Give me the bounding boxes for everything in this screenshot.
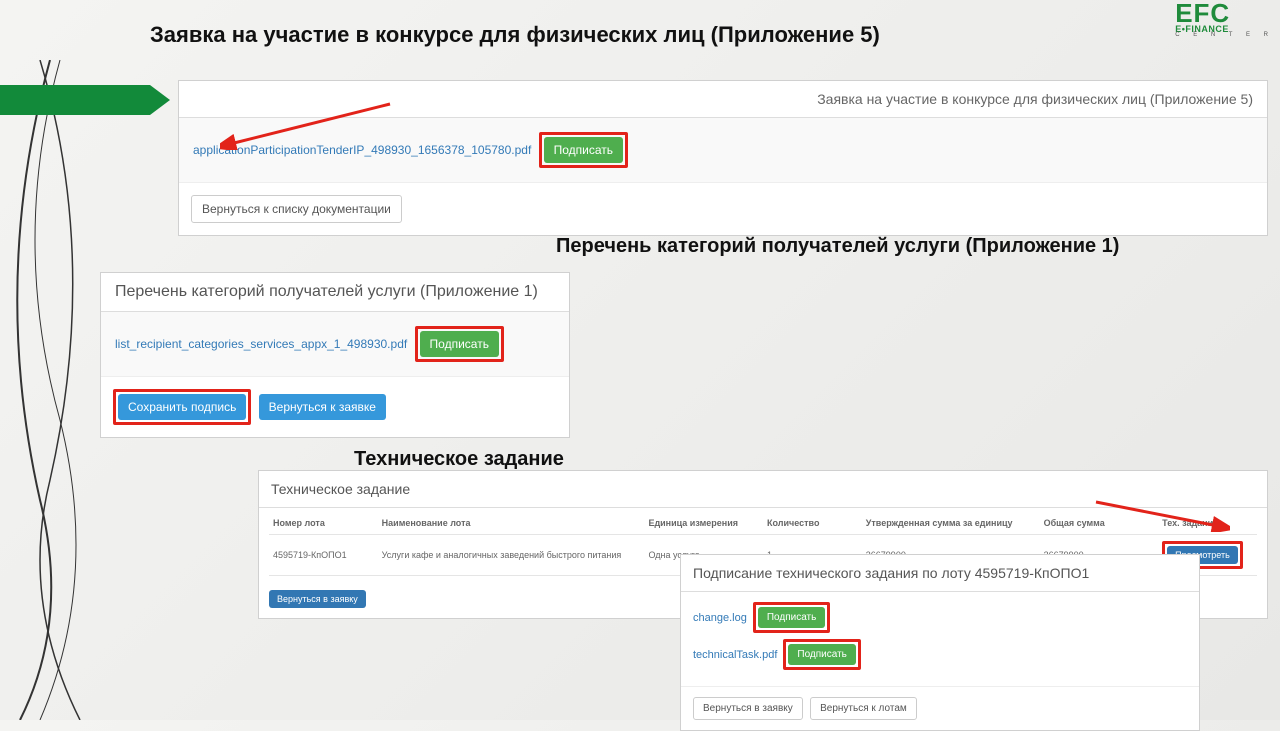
col-unit: Единица измерения — [644, 512, 763, 535]
panel2-header: Перечень категорий получателей услуги (П… — [101, 273, 569, 312]
file-link-technicaltask[interactable]: technicalTask.pdf — [693, 649, 777, 661]
file-link-changelog[interactable]: change.log — [693, 612, 747, 624]
cell-lot-name: Услуги кафе и аналогичных заведений быст… — [378, 535, 645, 576]
efc-logo: EFC E•FINANCE C E N T E R — [1175, 2, 1274, 39]
page-title: Заявка на участие в конкурсе для физичес… — [150, 22, 880, 48]
file-link-application[interactable]: applicationParticipationTenderIP_498930_… — [193, 143, 531, 157]
back-to-application-button[interactable]: Вернуться в заявку — [693, 697, 803, 720]
sign-button[interactable]: Подписать — [788, 644, 856, 665]
col-total: Общая сумма — [1040, 512, 1159, 535]
back-to-lots-button[interactable]: Вернуться к лотам — [810, 697, 917, 720]
back-to-application-button[interactable]: Вернуться к заявке — [259, 394, 386, 420]
sign-button[interactable]: Подписать — [544, 137, 623, 163]
col-lot-no: Номер лота — [269, 512, 378, 535]
logo-bot: C E N T E R — [1175, 33, 1274, 38]
back-to-docs-button[interactable]: Вернуться к списку документации — [191, 195, 402, 223]
panel-recipient-categories: Перечень категорий получателей услуги (П… — [100, 272, 570, 438]
col-task: Тех. задание — [1158, 512, 1257, 535]
sign-button[interactable]: Подписать — [758, 607, 826, 628]
panel4-header: Подписание технического задания по лоту … — [681, 555, 1199, 592]
green-arrow-shape — [0, 85, 170, 115]
subtitle-appendix1: Перечень категорий получателей услуги (П… — [556, 235, 1119, 258]
file-link-categories[interactable]: list_recipient_categories_services_appx_… — [115, 337, 407, 351]
panel1-header: Заявка на участие в конкурсе для физичес… — [179, 81, 1267, 118]
col-qty: Количество — [763, 512, 862, 535]
sign-button[interactable]: Подписать — [420, 331, 499, 357]
logo-top: EFC — [1175, 2, 1274, 25]
panel-sign-techtask: Подписание технического задания по лоту … — [680, 554, 1200, 731]
panel3-header: Техническое задание — [259, 471, 1267, 508]
subtitle-techtask: Техническое задание — [354, 448, 564, 471]
col-lot-name: Наименование лота — [378, 512, 645, 535]
col-price: Утвержденная сумма за единицу — [862, 512, 1040, 535]
panel-application-appendix5: Заявка на участие в конкурсе для физичес… — [178, 80, 1268, 236]
cell-lot-no: 4595719-КпОПО1 — [269, 535, 378, 576]
save-signature-button[interactable]: Сохранить подпись — [118, 394, 246, 420]
back-to-application-button[interactable]: Вернуться в заявку — [269, 590, 366, 608]
